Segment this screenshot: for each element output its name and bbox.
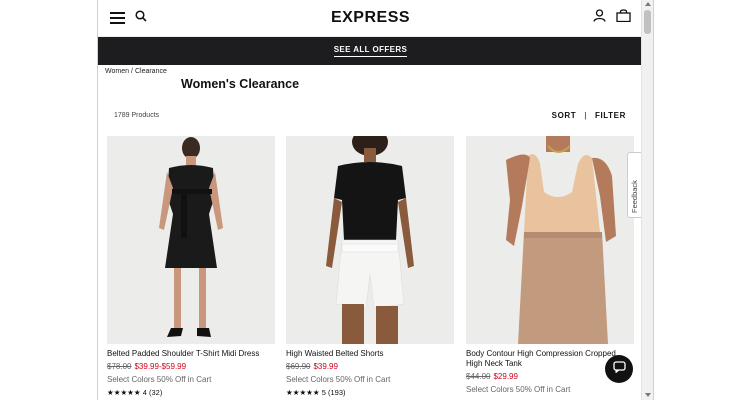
- chat-bubble-icon: [612, 360, 626, 378]
- page-scrollbar[interactable]: [641, 0, 653, 400]
- product-rating: ★★★★★ 4 (32): [107, 388, 275, 397]
- review-count[interactable]: 5 (193): [322, 388, 346, 397]
- star-rating-icon: ★★★★★: [107, 388, 141, 397]
- header-right: [593, 9, 631, 27]
- viewport: EXPRESS SEE ALL OFFERS Women / Clearance W…: [0, 0, 750, 400]
- user-icon[interactable]: [593, 9, 606, 27]
- product-rating: ★★★★★ 5 (193): [286, 388, 454, 397]
- product-price: $78.00 $39.99-$59.99: [107, 362, 275, 371]
- sale-price: $39.99-$59.99: [134, 362, 187, 371]
- product-count: 1789 Products: [114, 112, 160, 119]
- star-rating-icon: ★★★★★: [286, 388, 320, 397]
- product-card[interactable]: High Waisted Belted Shorts $69.90 $39.99 …: [286, 136, 454, 397]
- sale-price: $39.99: [313, 362, 338, 371]
- sort-button[interactable]: SORT: [552, 111, 577, 120]
- product-image[interactable]: [107, 136, 275, 344]
- sort-filter-controls: SORT | FILTER: [552, 111, 626, 120]
- product-name[interactable]: Belted Padded Shoulder T-Shirt Midi Dres…: [107, 349, 275, 359]
- shopping-bag-icon[interactable]: [616, 9, 631, 27]
- page-content: EXPRESS SEE ALL OFFERS Women / Clearance W…: [98, 0, 643, 400]
- scroll-up-icon[interactable]: [645, 2, 651, 6]
- breadcrumb-women[interactable]: Women: [105, 68, 129, 75]
- search-icon[interactable]: [135, 9, 147, 27]
- product-image[interactable]: [466, 136, 634, 344]
- breadcrumb: Women / Clearance: [105, 68, 167, 75]
- hamburger-menu-icon[interactable]: [110, 12, 125, 24]
- sale-price: $29.99: [493, 372, 518, 381]
- product-promo: Select Colors 50% Off in Cart: [107, 375, 212, 384]
- page-title: Women's Clearance: [181, 77, 300, 91]
- original-price: $78.00: [107, 362, 132, 371]
- filter-button[interactable]: FILTER: [595, 111, 626, 120]
- chat-button[interactable]: [605, 355, 633, 383]
- original-price: $69.90: [286, 362, 311, 371]
- feedback-label: Feedback: [630, 180, 639, 213]
- header-left: [110, 9, 147, 27]
- scroll-down-icon[interactable]: [645, 393, 651, 397]
- scrollbar-thumb[interactable]: [644, 10, 651, 34]
- sort-filter-divider: |: [584, 111, 587, 120]
- product-promo: Select Colors 50% Off in Cart: [286, 375, 391, 384]
- product-card[interactable]: Body Contour High Compression Cropped Hi…: [466, 136, 634, 394]
- product-price: $69.90 $39.99: [286, 362, 454, 371]
- brand-logo[interactable]: EXPRESS: [331, 9, 410, 27]
- see-all-offers-link[interactable]: SEE ALL OFFERS: [333, 45, 408, 57]
- product-card[interactable]: Belted Padded Shoulder T-Shirt Midi Dres…: [107, 136, 275, 397]
- product-promo: Select Colors 50% Off in Cart: [466, 385, 571, 394]
- product-image[interactable]: [286, 136, 454, 344]
- product-name[interactable]: High Waisted Belted Shorts: [286, 349, 454, 359]
- site-header: EXPRESS: [98, 0, 643, 37]
- original-price: $44.00: [466, 372, 491, 381]
- promo-bar: SEE ALL OFFERS: [98, 37, 643, 65]
- breadcrumb-separator: /: [131, 68, 133, 75]
- review-count[interactable]: 4 (32): [143, 388, 163, 397]
- breadcrumb-clearance[interactable]: Clearance: [135, 68, 167, 75]
- browser-frame: EXPRESS SEE ALL OFFERS Women / Clearance W…: [97, 0, 654, 400]
